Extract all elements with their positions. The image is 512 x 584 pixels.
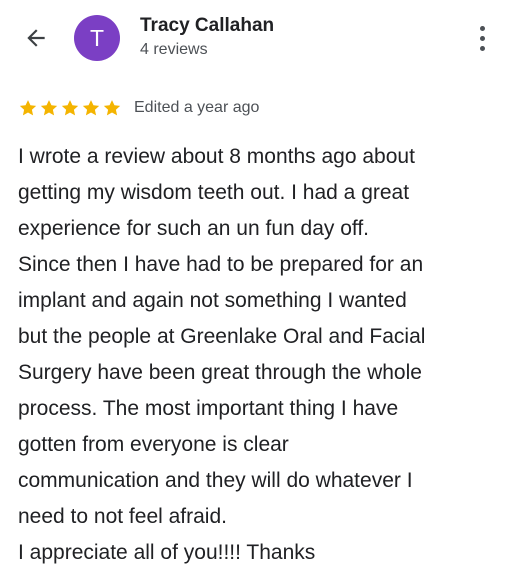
star-icon [82, 100, 100, 116]
more-options-button[interactable] [466, 20, 498, 56]
avatar[interactable]: T [74, 15, 120, 61]
review-text: I wrote a review about 8 months ago abou… [18, 139, 498, 571]
review-text-line: Since then I have had to be prepared for… [18, 253, 424, 276]
review-text-line: experience for such an un fun day off. [18, 217, 370, 240]
more-vertical-icon [479, 35, 485, 41]
review-text-line: communication and they will do whatever … [18, 469, 413, 492]
review-text-line: I wrote a review about 8 months ago abou… [18, 145, 415, 168]
more-vertical-icon [479, 45, 485, 51]
star-icon [103, 100, 121, 116]
star-icon [61, 100, 79, 116]
review-text-line: process. The most important thing I have [18, 397, 399, 420]
rating-row: Edited a year ago [18, 97, 259, 119]
review-text-line: gotten from everyone is clear [18, 433, 289, 456]
star-rating [18, 98, 122, 118]
review-text-line: implant and again not something I wanted [18, 289, 407, 312]
review-header: T Tracy Callahan 4 reviews [0, 0, 512, 80]
review-text-line: Surgery have been great through the whol… [18, 361, 422, 384]
review-text-line: I appreciate all of you!!!! Thanks [18, 541, 316, 564]
more-vertical-icon [479, 25, 485, 31]
edited-label: Edited a year ago [134, 99, 260, 116]
reviewer-name[interactable]: Tracy Callahan [140, 15, 274, 37]
review-count: 4 reviews [140, 41, 208, 58]
review-text-line: need to not feel afraid. [18, 505, 227, 528]
review-text-line: getting my wisdom teeth out. I had a gre… [18, 181, 410, 204]
star-icon [19, 100, 37, 116]
back-button[interactable] [16, 18, 56, 58]
star-icon [40, 100, 58, 116]
arrow-left-icon [27, 29, 45, 47]
review-text-line: but the people at Greenlake Oral and Fac… [18, 325, 426, 348]
